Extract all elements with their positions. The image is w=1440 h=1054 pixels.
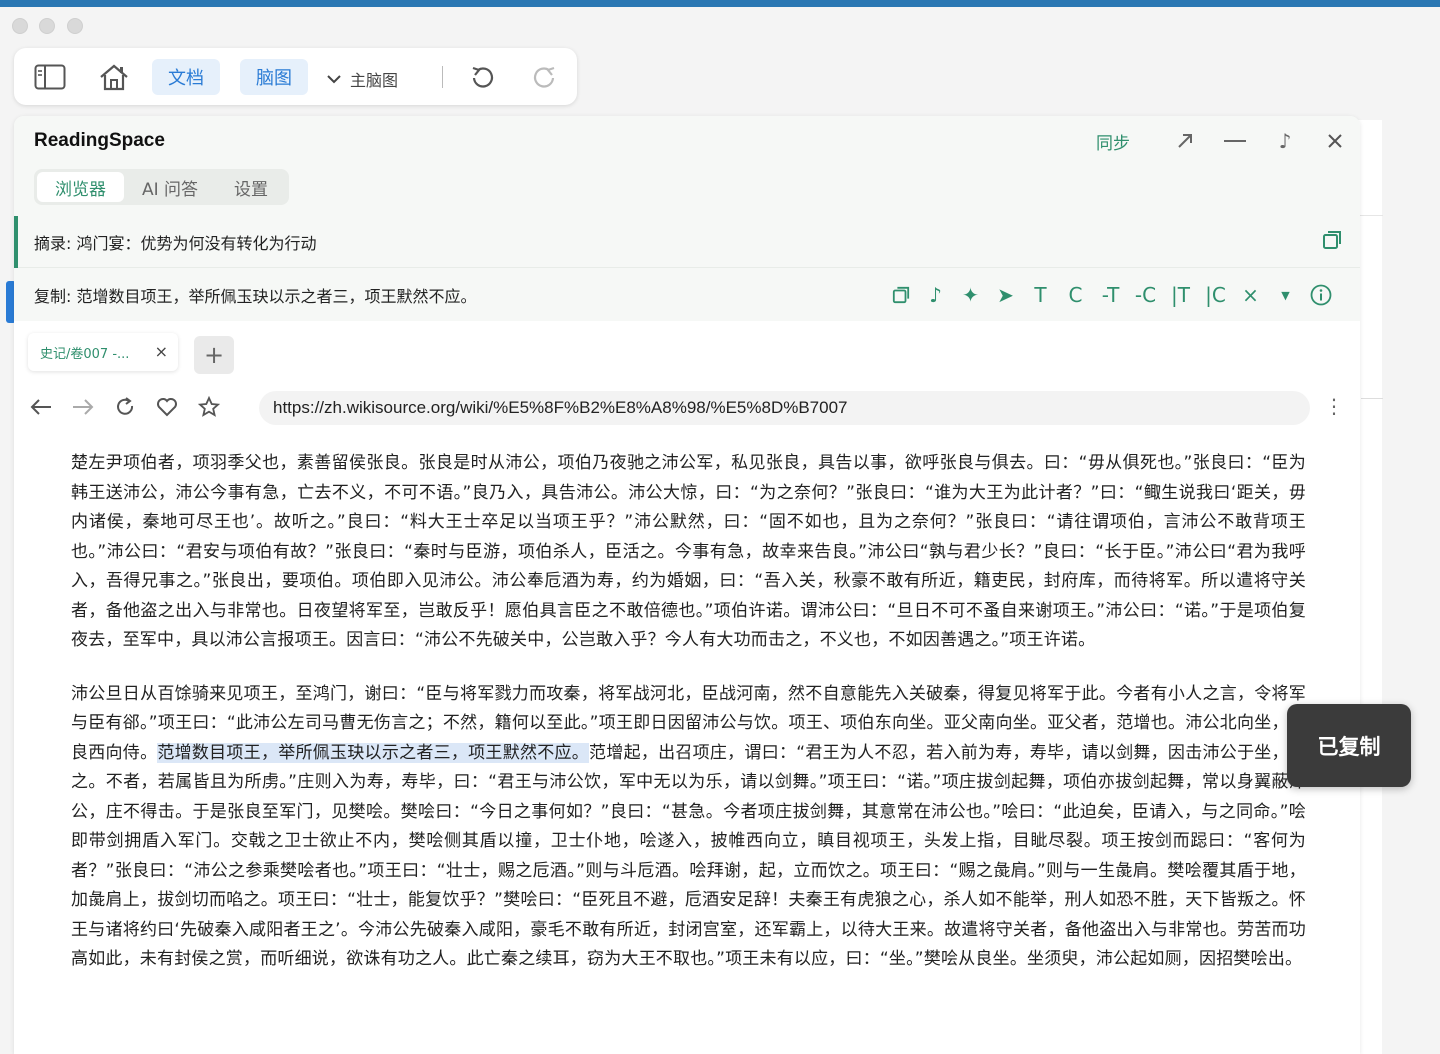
excerpt-accent-bar [14,216,18,268]
sparkle-icon[interactable]: ✦ [953,281,988,309]
doc-mode-button[interactable]: 文档 [152,59,220,95]
browser-nav-bar: https://zh.wikisource.org/wiki/%E5%8F%B2… [14,386,1360,430]
redo-icon[interactable] [529,62,561,92]
plus-icon[interactable]: + [194,336,234,374]
back-arrow-icon[interactable] [26,392,56,422]
kebab-menu-icon[interactable]: ⋮ [1324,394,1344,418]
copy-tools: ♪ ✦ ➤ T C -T -C |T |C × ▼ [883,281,1338,309]
panel-tab-bar: 浏览器 AI 问答 设置 [34,169,290,205]
chevron-down-icon [326,70,342,89]
main-mindmap-dropdown[interactable]: 主脑图 [326,67,398,91]
window-close-dot[interactable] [12,18,28,34]
tool-content[interactable]: C [1058,281,1093,309]
tool-remove-title[interactable]: -T [1093,281,1128,309]
excerpt-row: 摘录: 鸿门宴：优势为何没有转化为行动 [14,216,1360,268]
window-zoom-dot[interactable] [67,18,83,34]
reload-icon[interactable] [110,392,140,422]
mindmap-mode-button[interactable]: 脑图 [240,59,308,95]
close-icon[interactable] [1310,126,1360,156]
article-content: 楚左尹项伯者，项羽季父也，素善留侯张良。张良是时从沛公，项伯乃夜驰之沛公军，私见… [71,449,1306,999]
copied-row: 复制: 范增数目项王，举所佩玉玦以示之者三，项王默然不应。 ♪ ✦ ➤ T C … [14,269,1360,321]
heart-icon[interactable] [152,392,182,422]
main-mindmap-label: 主脑图 [350,71,399,90]
browser-tab-title: 史记/卷007 -... [40,346,130,362]
highlighted-selection[interactable]: 范增数目项王，举所佩玉玦以示之者三，项王默然不应。 [157,742,590,763]
browser-tab-strip: 史记/卷007 -... × + [14,321,1360,381]
copy-icon[interactable] [883,281,918,309]
window-minimize-dot[interactable] [39,18,55,34]
music-note-icon[interactable]: ♪ [1260,126,1310,156]
tool-append-content[interactable]: |C [1198,281,1233,309]
close-icon[interactable]: × [155,342,168,361]
tab-settings[interactable]: 设置 [216,172,286,202]
panel-title: ReadingSpace [34,130,165,151]
top-edge-strip [0,0,1440,7]
reading-space-panel: ReadingSpace 同步 ♪ 浏览器 AI 问答 设置 摘录: 鸿门宴：优… [14,116,1360,1054]
tab-ai-qa[interactable]: AI 问答 [124,172,216,202]
paragraph-text: 范增起，出召项庄，谓曰：“君王为人不忍，若入前为寿，寿毕，请以剑舞，因击沛公于坐… [71,742,1306,970]
copy-icon[interactable] [1322,230,1342,254]
tool-title[interactable]: T [1023,281,1058,309]
panel-actions: 同步 ♪ [1096,126,1360,156]
url-input[interactable]: https://zh.wikisource.org/wiki/%E5%8F%B2… [259,391,1310,425]
excerpt-text: 摘录: 鸿门宴：优势为何没有转化为行动 [34,233,317,253]
music-note-icon[interactable]: ♪ [918,281,953,309]
close-icon[interactable]: × [1233,281,1268,309]
copied-text: 复制: 范增数目项王，举所佩玉玦以示之者三，项王默然不应。 [34,287,477,306]
toolbar-divider [442,66,443,88]
forward-arrow-icon[interactable] [68,392,98,422]
expand-icon[interactable] [1160,126,1210,156]
sync-button[interactable]: 同步 [1096,129,1130,154]
info-icon[interactable] [1303,281,1338,309]
tool-remove-content[interactable]: -C [1128,281,1163,309]
copied-toast: 已复制 [1287,704,1411,787]
star-icon[interactable] [194,392,224,422]
tab-browser[interactable]: 浏览器 [37,172,124,202]
tool-append-title[interactable]: |T [1163,281,1198,309]
divider [1361,398,1383,399]
article-paragraph: 沛公旦日从百馀骑来见项王，至鸿门，谢曰：“臣与将军戮力而攻秦，将军战河北，臣战河… [71,680,1306,975]
panel-header: ReadingSpace 同步 ♪ 浏览器 AI 问答 设置 摘录: 鸿门宴：优… [14,116,1360,321]
main-toolbar: 文档 脑图 主脑图 [14,48,577,105]
home-icon[interactable] [98,62,130,92]
send-icon[interactable]: ➤ [988,281,1023,309]
undo-icon[interactable] [466,62,498,92]
caret-down-icon[interactable]: ▼ [1268,281,1303,309]
browser-tab[interactable]: 史记/卷007 -... × [28,333,178,371]
sidebar-icon[interactable] [34,62,66,92]
minimize-icon[interactable] [1210,126,1260,156]
article-paragraph: 楚左尹项伯者，项羽季父也，素善留侯张良。张良是时从沛公，项伯乃夜驰之沛公军，私见… [71,453,1306,650]
